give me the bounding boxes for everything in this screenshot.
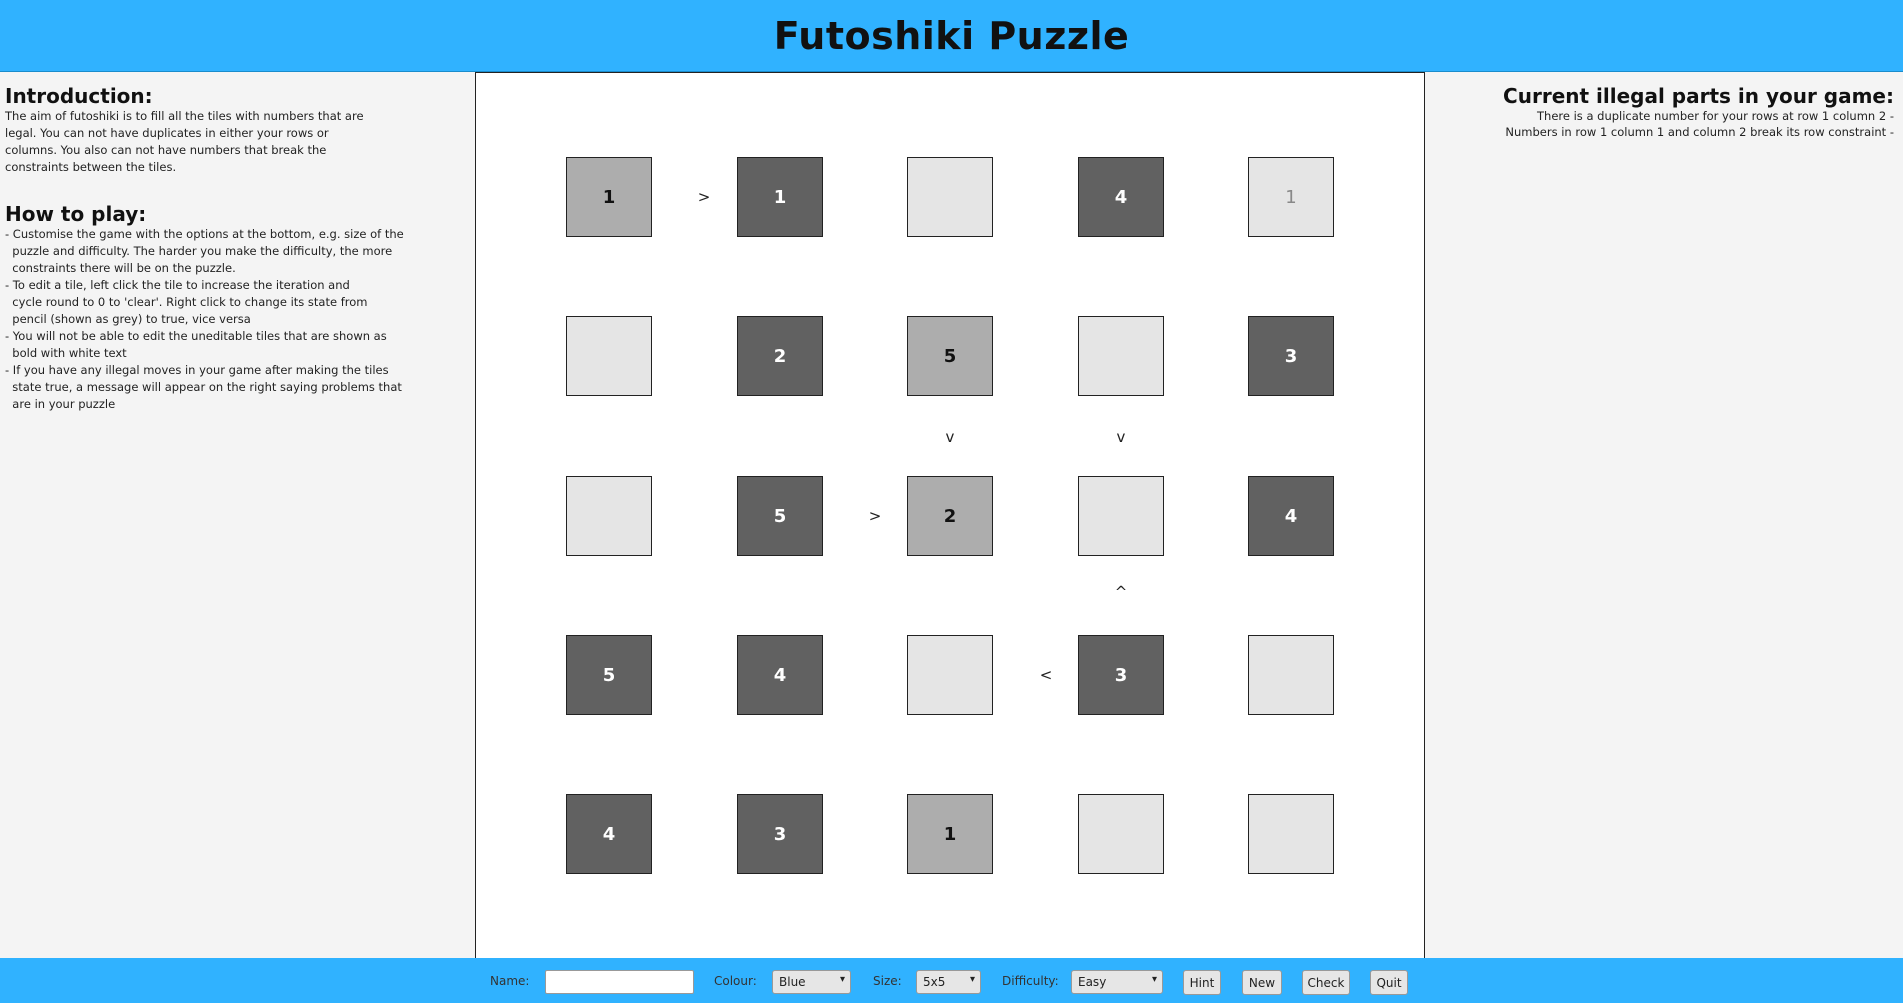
illegal-panel: Current illegal parts in your game: Ther… xyxy=(1425,72,1903,958)
howto-line: - To edit a tile, left click the tile to… xyxy=(5,278,350,292)
intro-text: The aim of futoshiki is to fill all the … xyxy=(5,109,364,174)
tile-r2-c2[interactable]: 2 xyxy=(737,316,823,396)
tile-r3-c5[interactable]: 4 xyxy=(1248,476,1334,556)
size-label: Size: xyxy=(873,974,902,988)
tile-r2-c3[interactable]: 5 xyxy=(907,316,993,396)
page-title: Futoshiki Puzzle xyxy=(773,13,1130,58)
tile-r4-c4[interactable]: 3 xyxy=(1078,635,1164,715)
howto-line: - Customise the game with the options at… xyxy=(5,227,404,241)
header-bar: Futoshiki Puzzle xyxy=(0,0,1903,72)
tile-r3-c4[interactable] xyxy=(1078,476,1164,556)
constraint-greater-than: > xyxy=(868,507,882,525)
difficulty-select-value: Easy xyxy=(1078,975,1107,989)
colour-select-value: Blue xyxy=(779,975,806,989)
tile-r4-c1[interactable]: 5 xyxy=(566,635,652,715)
colour-select[interactable]: Blue ▾ xyxy=(772,970,851,994)
tile-r4-c3[interactable] xyxy=(907,635,993,715)
tile-r1-c4[interactable]: 4 xyxy=(1078,157,1164,237)
tile-r5-c3[interactable]: 1 xyxy=(907,794,993,874)
intro-heading: Introduction: xyxy=(5,84,153,108)
tile-r1-c5[interactable]: 1 xyxy=(1248,157,1334,237)
howto-line: bold with white text xyxy=(5,346,127,360)
howto-line: - If you have any illegal moves in your … xyxy=(5,363,389,377)
name-label: Name: xyxy=(490,974,530,988)
size-select[interactable]: 5x5 ▾ xyxy=(916,970,981,994)
constraint-greater-than: > xyxy=(697,188,711,206)
tile-r5-c2[interactable]: 3 xyxy=(737,794,823,874)
new-game-button[interactable]: New xyxy=(1242,970,1282,995)
tile-r5-c1[interactable]: 4 xyxy=(566,794,652,874)
tile-r3-c3[interactable]: 2 xyxy=(907,476,993,556)
constraint-down: v xyxy=(945,428,955,446)
illegal-message: Numbers in row 1 column 1 and column 2 b… xyxy=(1505,125,1894,139)
instructions-panel: Introduction: The aim of futoshiki is to… xyxy=(0,72,475,958)
tile-r2-c1[interactable] xyxy=(566,316,652,396)
constraint-less-than: < xyxy=(1039,666,1053,684)
difficulty-select[interactable]: Easy ▾ xyxy=(1071,970,1163,994)
difficulty-label: Difficulty: xyxy=(1002,974,1059,988)
colour-label: Colour: xyxy=(714,974,757,988)
howto-list: - Customise the game with the options at… xyxy=(5,226,470,413)
howto-line: state true, a message will appear on the… xyxy=(5,380,402,394)
tile-r5-c4[interactable] xyxy=(1078,794,1164,874)
chevron-down-icon: ▾ xyxy=(1151,974,1157,985)
howto-line: - You will not be able to edit the unedi… xyxy=(5,329,387,343)
howto-line: puzzle and difficulty. The harder you ma… xyxy=(5,244,393,258)
tile-r3-c1[interactable] xyxy=(566,476,652,556)
hint-button[interactable]: Hint xyxy=(1183,970,1221,995)
constraint-up: ^ xyxy=(1114,583,1128,601)
tile-r2-c4[interactable] xyxy=(1078,316,1164,396)
howto-heading: How to play: xyxy=(5,202,147,226)
tile-r1-c3[interactable] xyxy=(907,157,993,237)
quit-button[interactable]: Quit xyxy=(1370,970,1408,995)
tile-r5-c5[interactable] xyxy=(1248,794,1334,874)
check-button[interactable]: Check xyxy=(1302,970,1350,995)
tile-r2-c5[interactable]: 3 xyxy=(1248,316,1334,396)
name-input[interactable] xyxy=(545,970,694,994)
tile-r1-c1[interactable]: 1 xyxy=(566,157,652,237)
tile-r4-c2[interactable]: 4 xyxy=(737,635,823,715)
tile-r3-c2[interactable]: 5 xyxy=(737,476,823,556)
howto-line: pencil (shown as grey) to true, vice ver… xyxy=(5,312,251,326)
chevron-down-icon: ▾ xyxy=(969,974,975,985)
howto-line: constraints there will be on the puzzle. xyxy=(5,261,236,275)
howto-line: cycle round to 0 to 'clear'. Right click… xyxy=(5,295,368,309)
tile-r1-c2[interactable]: 1 xyxy=(737,157,823,237)
illegal-heading: Current illegal parts in your game: xyxy=(1503,84,1894,108)
illegal-message: There is a duplicate number for your row… xyxy=(1537,109,1894,123)
howto-line: are in your puzzle xyxy=(5,397,116,411)
puzzle-board: 1 1 4 1 2 5 3 5 2 4 5 4 3 4 3 1 > > < v … xyxy=(475,72,1425,959)
size-select-value: 5x5 xyxy=(923,975,946,989)
chevron-down-icon: ▾ xyxy=(839,974,845,985)
constraint-down: v xyxy=(1116,428,1126,446)
tile-r4-c5[interactable] xyxy=(1248,635,1334,715)
